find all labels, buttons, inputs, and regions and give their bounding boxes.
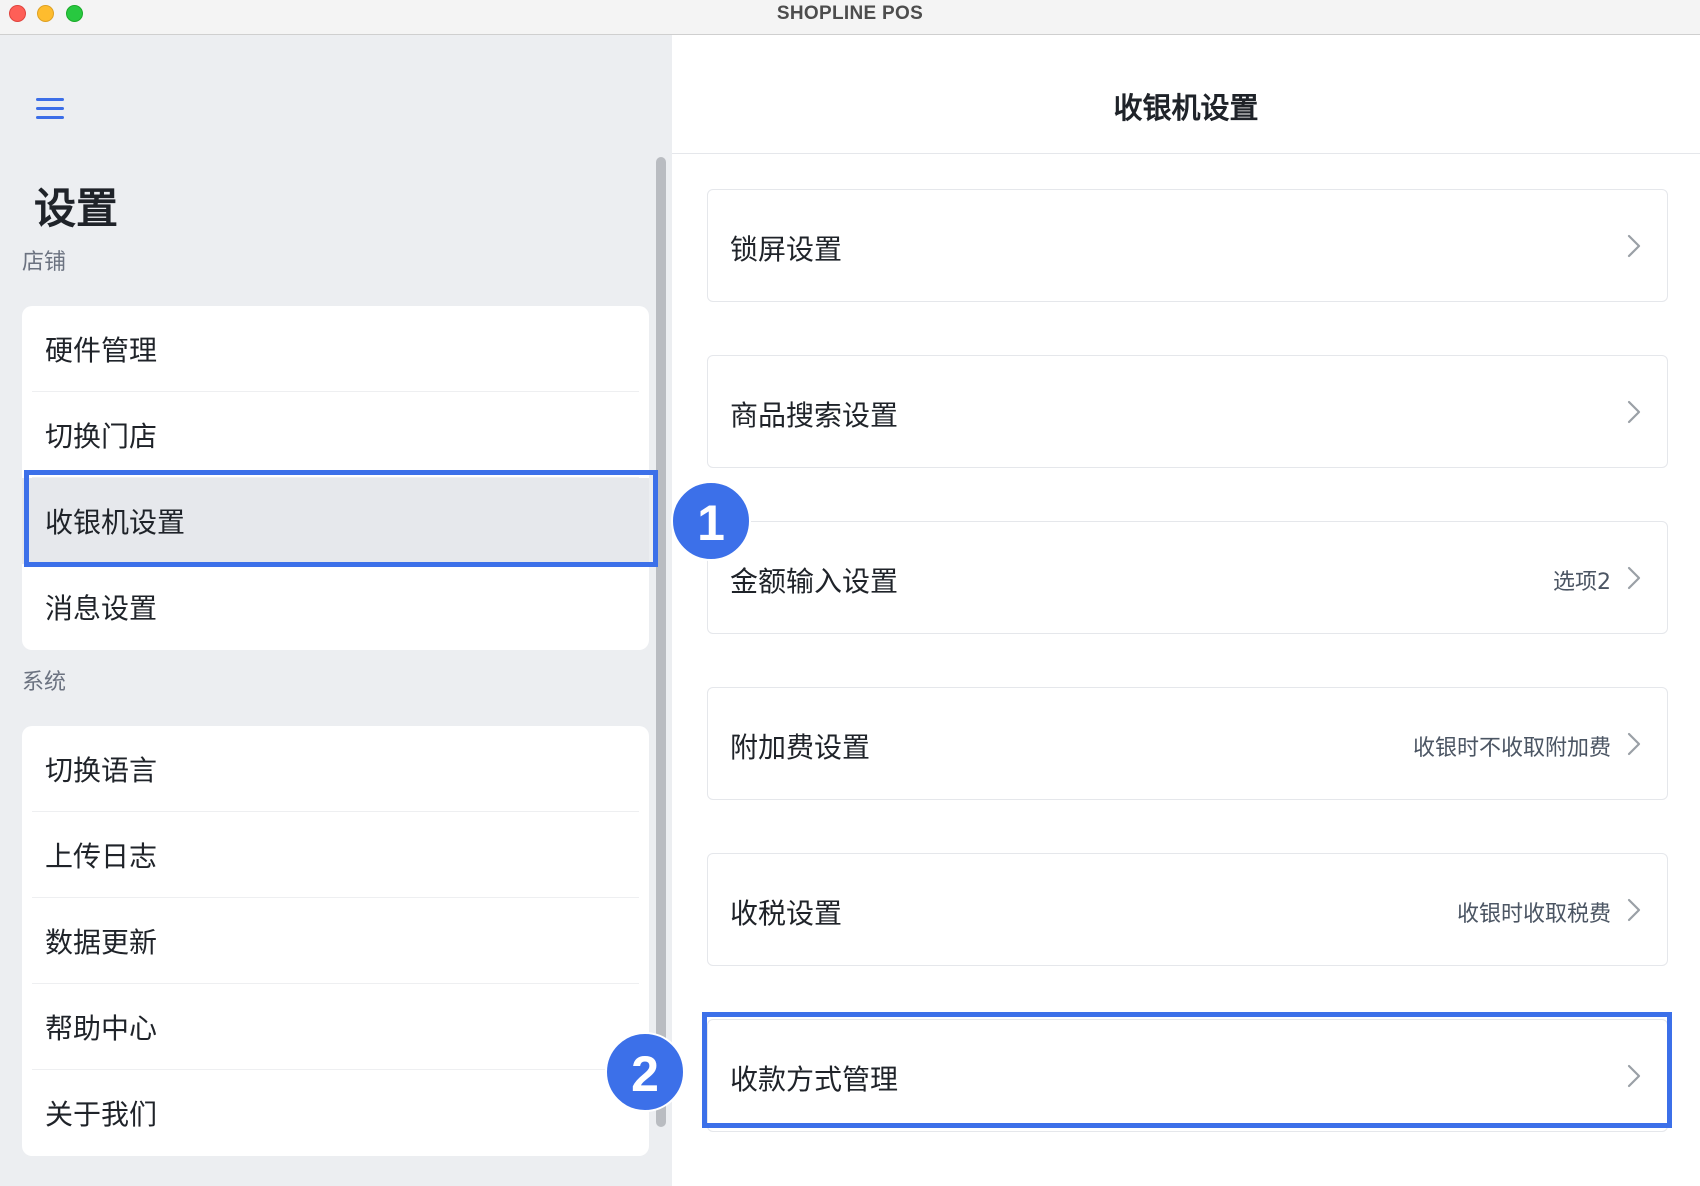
sidebar-item-register-settings[interactable]: 收银机设置	[22, 478, 649, 564]
main-header: 收银机设置	[672, 35, 1700, 154]
chevron-right-icon	[1627, 1064, 1641, 1088]
sidebar-item-label: 帮助中心	[45, 1012, 158, 1045]
sidebar: 设置 店铺 硬件管理 切换门店 收银机设置 消息设置 系统 切换语言 上传日志 …	[0, 35, 672, 1186]
group-label-store: 店铺	[22, 250, 67, 275]
row-surcharge[interactable]: 附加费设置 收银时不收取附加费	[707, 687, 1668, 800]
sidebar-item-upload-logs[interactable]: 上传日志	[22, 812, 649, 898]
step-badge-2: 2	[605, 1032, 685, 1112]
chevron-right-icon	[1627, 566, 1641, 590]
sidebar-scrollbar[interactable]	[656, 157, 666, 1127]
hamburger-icon[interactable]	[36, 95, 66, 125]
store-group-card: 硬件管理 切换门店 收银机设置 消息设置	[22, 306, 649, 650]
page-title: 设置	[34, 184, 119, 233]
chevron-right-icon	[1627, 400, 1641, 424]
window-title: SHOPLINE POS	[776, 3, 924, 24]
sidebar-item-label: 硬件管理	[45, 334, 158, 367]
chevron-right-icon	[1627, 898, 1641, 922]
sidebar-item-about-us[interactable]: 关于我们	[22, 1070, 649, 1156]
sidebar-item-label: 关于我们	[45, 1098, 158, 1131]
row-product-search[interactable]: 商品搜索设置	[707, 355, 1668, 468]
sidebar-item-help-center[interactable]: 帮助中心	[22, 984, 649, 1070]
sidebar-item-label: 上传日志	[45, 840, 158, 873]
chevron-right-icon	[1627, 234, 1641, 258]
row-tax[interactable]: 收税设置 收银时收取税费	[707, 853, 1668, 966]
row-label: 附加费设置	[730, 731, 871, 764]
chevron-right-icon	[1627, 732, 1641, 756]
sidebar-item-data-update[interactable]: 数据更新	[22, 898, 649, 984]
row-value: 选项2	[1553, 570, 1611, 595]
row-value: 收银时收取税费	[1456, 902, 1611, 927]
row-lock-screen[interactable]: 锁屏设置	[707, 189, 1668, 302]
row-label: 收款方式管理	[730, 1063, 899, 1096]
group-label-system: 系统	[22, 670, 67, 695]
row-payment-methods[interactable]: 收款方式管理	[707, 1019, 1668, 1132]
sidebar-item-label: 消息设置	[45, 592, 158, 625]
row-value: 收银时不收取附加费	[1412, 736, 1611, 761]
system-group-card: 切换语言 上传日志 数据更新 帮助中心 关于我们	[22, 726, 649, 1156]
step-badge-1: 1	[671, 481, 751, 561]
main-title: 收银机设置	[1113, 91, 1259, 125]
sidebar-item-label: 切换门店	[45, 420, 158, 453]
row-label: 锁屏设置	[730, 233, 843, 266]
sidebar-item-label: 收银机设置	[45, 506, 186, 539]
row-amount-input[interactable]: 金额输入设置 选项2	[707, 521, 1668, 634]
sidebar-item-message-settings[interactable]: 消息设置	[22, 564, 649, 650]
row-label: 商品搜索设置	[730, 399, 899, 432]
row-label: 收税设置	[730, 897, 843, 930]
row-label: 金额输入设置	[730, 565, 899, 598]
window-titlebar: SHOPLINE POS	[0, 0, 1700, 35]
sidebar-item-switch-store[interactable]: 切换门店	[22, 392, 649, 478]
sidebar-item-label: 数据更新	[45, 926, 158, 959]
sidebar-item-language[interactable]: 切换语言	[22, 726, 649, 812]
sidebar-item-label: 切换语言	[45, 754, 158, 787]
sidebar-item-hardware[interactable]: 硬件管理	[22, 306, 649, 392]
